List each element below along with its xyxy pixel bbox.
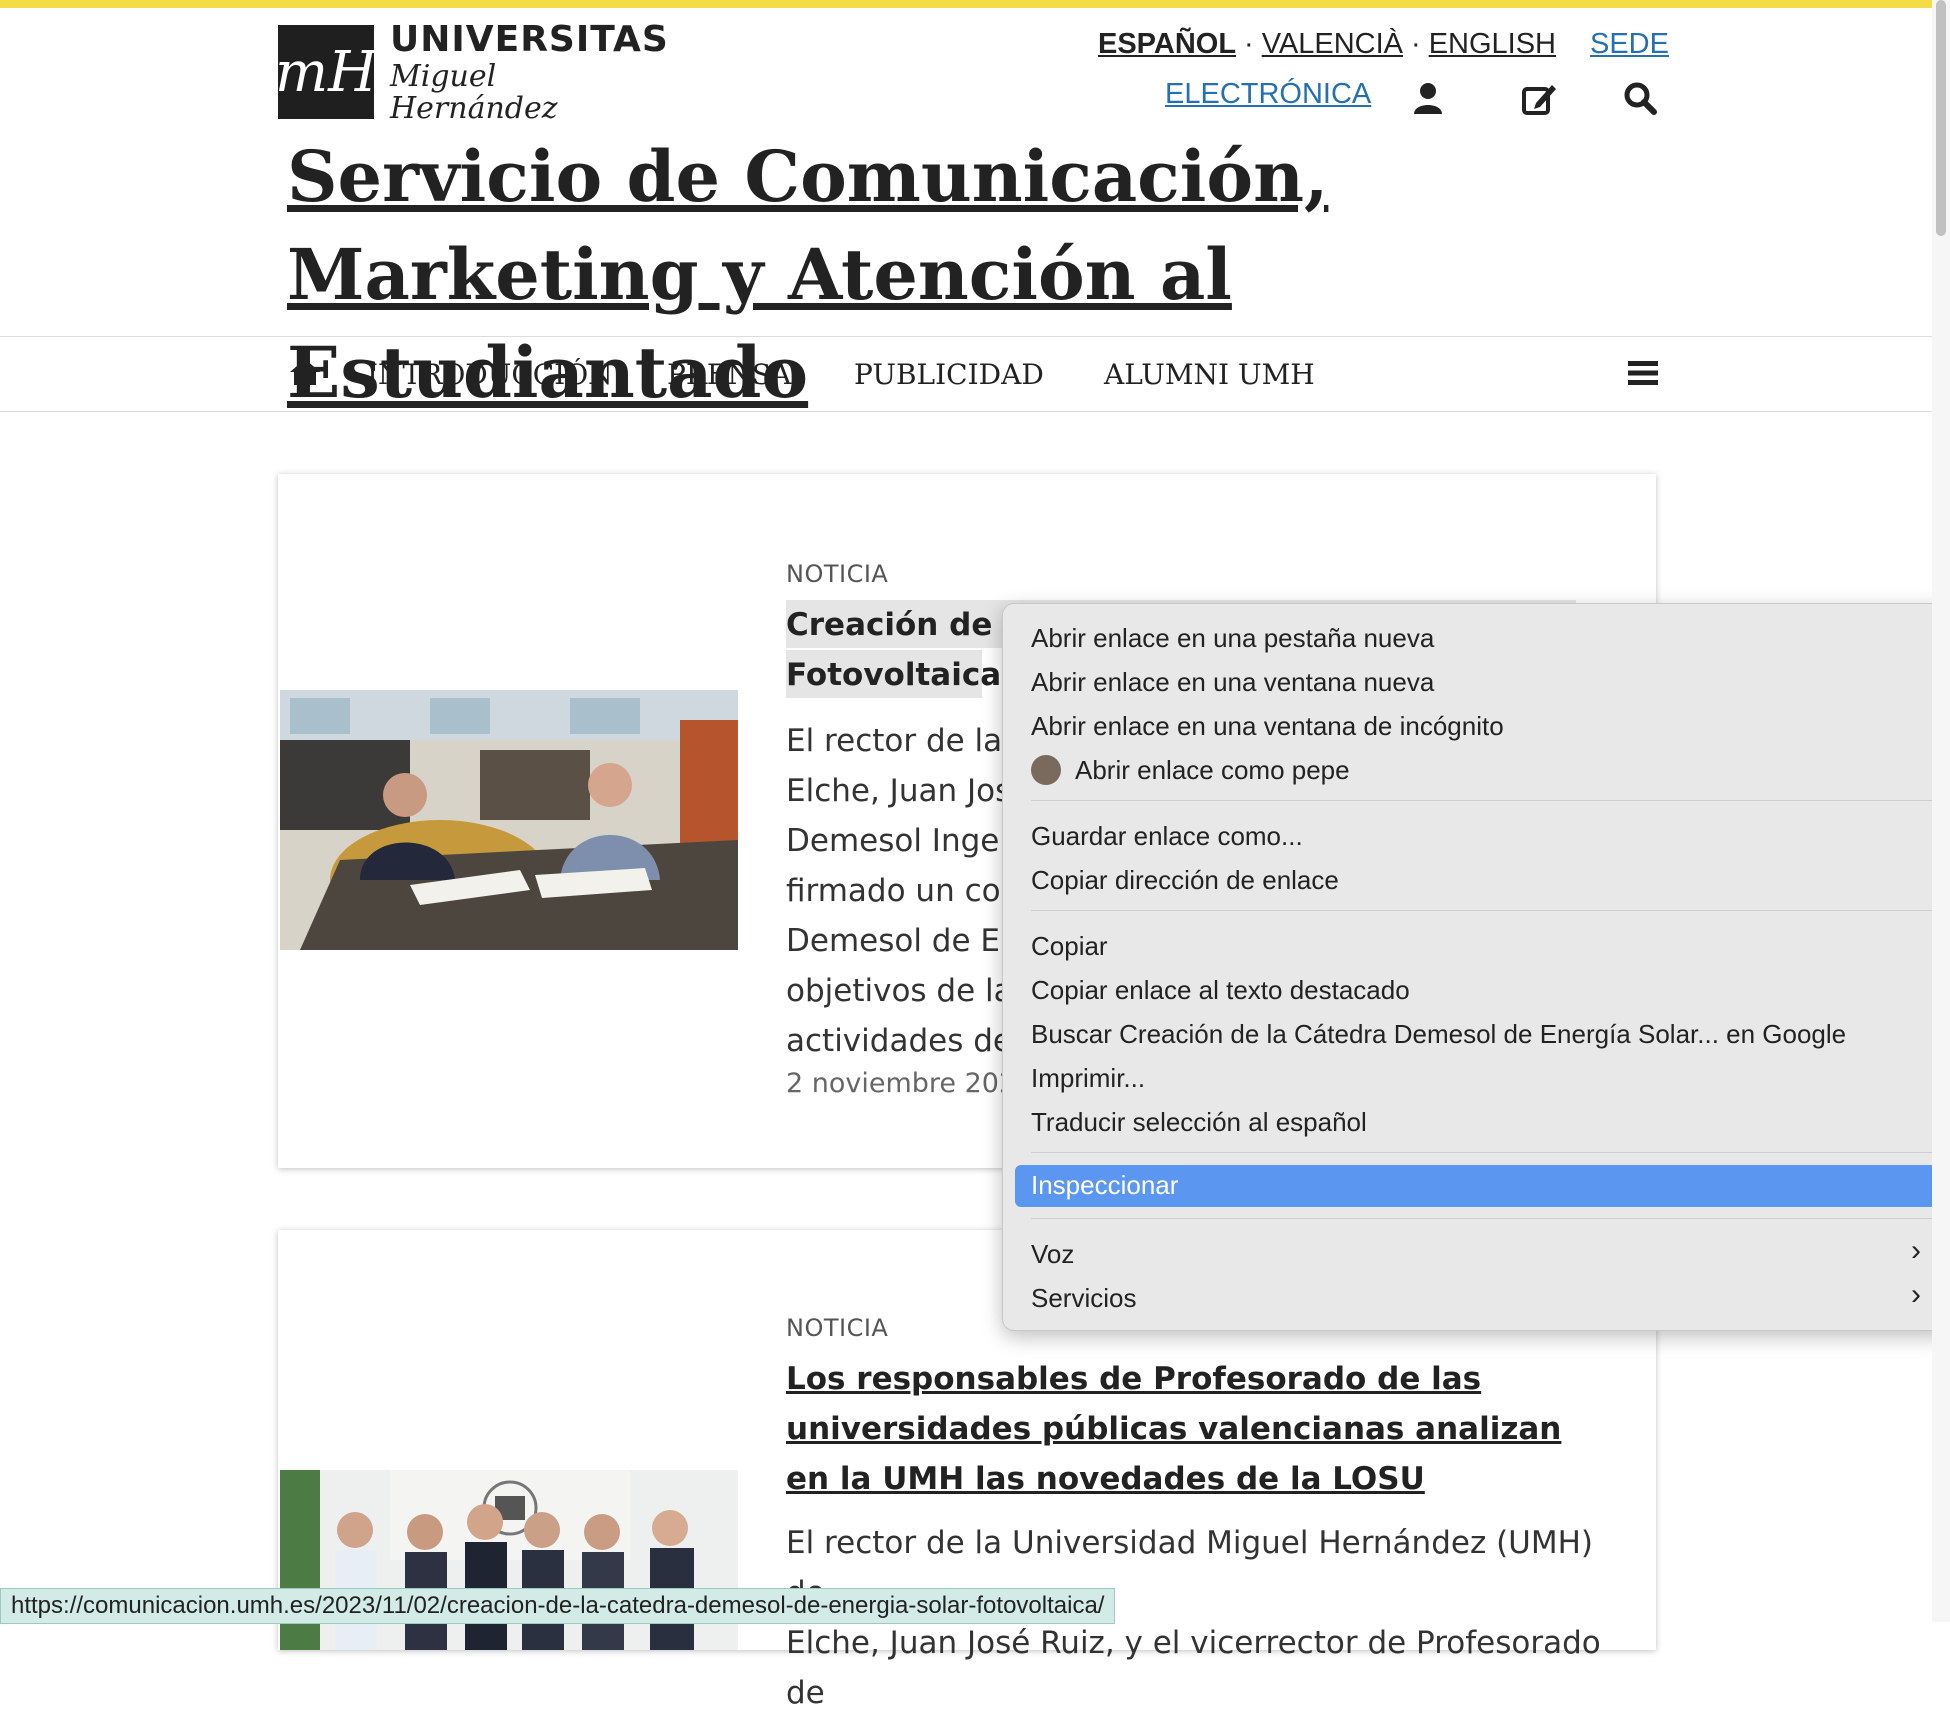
- menu-item-copy[interactable]: Copiar: [1031, 926, 1108, 966]
- menu-item-print[interactable]: Imprimir...: [1031, 1058, 1145, 1098]
- menu-item-search-google[interactable]: Buscar Creación de la Cátedra Demesol de…: [1031, 1014, 1846, 1054]
- news-title[interactable]: Los responsables de Profesorado de las u…: [786, 1354, 1606, 1504]
- menu-separator: [1031, 800, 1935, 801]
- lang-link-english[interactable]: ENGLISH: [1429, 28, 1556, 60]
- sede-electronica-link[interactable]: ELECTRÓNICA: [1165, 78, 1371, 111]
- profile-avatar-icon: [1031, 755, 1061, 786]
- menu-separator: [1031, 910, 1935, 911]
- news-kicker: NOTICIA: [786, 560, 889, 588]
- university-logo[interactable]: mH UNIVERSITAS Miguel Hernández: [275, 19, 668, 125]
- excerpt-line: Elche, Juan José Ruiz, y el vicerrector …: [786, 1625, 1601, 1711]
- menu-item-inspect[interactable]: Inspeccionar: [1015, 1165, 1947, 1207]
- nav-item-alumni-umh[interactable]: ALUMNI UMH: [1104, 358, 1315, 391]
- menu-item-translate-selection[interactable]: Traducir selección al español: [1031, 1102, 1367, 1142]
- lang-separator: ·: [1411, 28, 1421, 60]
- menu-icon[interactable]: [1628, 359, 1658, 391]
- menu-item-services[interactable]: Servicios: [1031, 1278, 1136, 1318]
- nav-item-introduccion[interactable]: INTRODUCCIÓN: [367, 358, 613, 391]
- context-menu: Abrir enlace en una pestaña nueva Abrir …: [1002, 603, 1950, 1331]
- lang-separator: ·: [1244, 28, 1254, 60]
- news-date: 2 noviembre 202: [786, 1068, 1017, 1099]
- language-switcher: ESPAÑOL · VALENCIÀ · ENGLISH: [1098, 28, 1556, 61]
- menu-separator: [1031, 1218, 1935, 1219]
- lang-link-valenciano[interactable]: VALENCIÀ: [1262, 28, 1403, 60]
- menu-item-open-new-tab[interactable]: Abrir enlace en una pestaña nueva: [1031, 618, 1434, 658]
- menu-item-label: Abrir enlace como pepe: [1075, 755, 1350, 785]
- menu-item-save-link-as[interactable]: Guardar enlace como...: [1031, 816, 1303, 856]
- main-nav: INTRODUCCIÓN PRENSA PUBLICIDAD ALUMNI UM…: [0, 336, 1932, 412]
- chevron-right-icon: ›: [1911, 1278, 1921, 1311]
- lang-link-espanol[interactable]: ESPAÑOL: [1098, 28, 1236, 60]
- link-status-bar: https://comunicacion.umh.es/2023/11/02/c…: [0, 1588, 1116, 1624]
- logo-title: UNIVERSITAS: [390, 19, 669, 60]
- chevron-right-icon: ›: [1911, 1234, 1921, 1267]
- menu-item-copy-link-to-highlight[interactable]: Copiar enlace al texto destacado: [1031, 970, 1410, 1010]
- news-kicker: NOTICIA: [786, 1314, 889, 1342]
- user-icon[interactable]: [1408, 78, 1448, 118]
- menu-item-open-incognito[interactable]: Abrir enlace en una ventana de incógnito: [1031, 706, 1504, 746]
- news-title-line[interactable]: Fotovoltaica: [786, 650, 1001, 698]
- edit-icon[interactable]: [1520, 78, 1560, 118]
- search-icon[interactable]: [1620, 78, 1660, 118]
- menu-item-copy-link-address[interactable]: Copiar dirección de enlace: [1031, 860, 1339, 900]
- logo-mark: mH: [275, 25, 377, 119]
- menu-separator: [1031, 1152, 1935, 1153]
- nav-item-publicidad[interactable]: PUBLICIDAD: [854, 358, 1044, 391]
- vertical-scrollbar[interactable]: [1932, 0, 1950, 1622]
- home-icon[interactable]: [288, 357, 322, 391]
- sede-link[interactable]: SEDE: [1590, 28, 1669, 61]
- menu-item-open-new-window[interactable]: Abrir enlace en una ventana nueva: [1031, 662, 1434, 702]
- menu-item-voice[interactable]: Voz: [1031, 1234, 1074, 1274]
- nav-item-prensa[interactable]: PRENSA: [667, 358, 791, 391]
- scrollbar-thumb[interactable]: [1936, 0, 1946, 236]
- news-photo[interactable]: [280, 690, 738, 950]
- menu-item-open-as-pepe[interactable]: Abrir enlace como pepe: [1031, 750, 1350, 790]
- logo-subtitle: Miguel Hernández: [390, 59, 558, 126]
- top-accent-bar: [0, 0, 1950, 8]
